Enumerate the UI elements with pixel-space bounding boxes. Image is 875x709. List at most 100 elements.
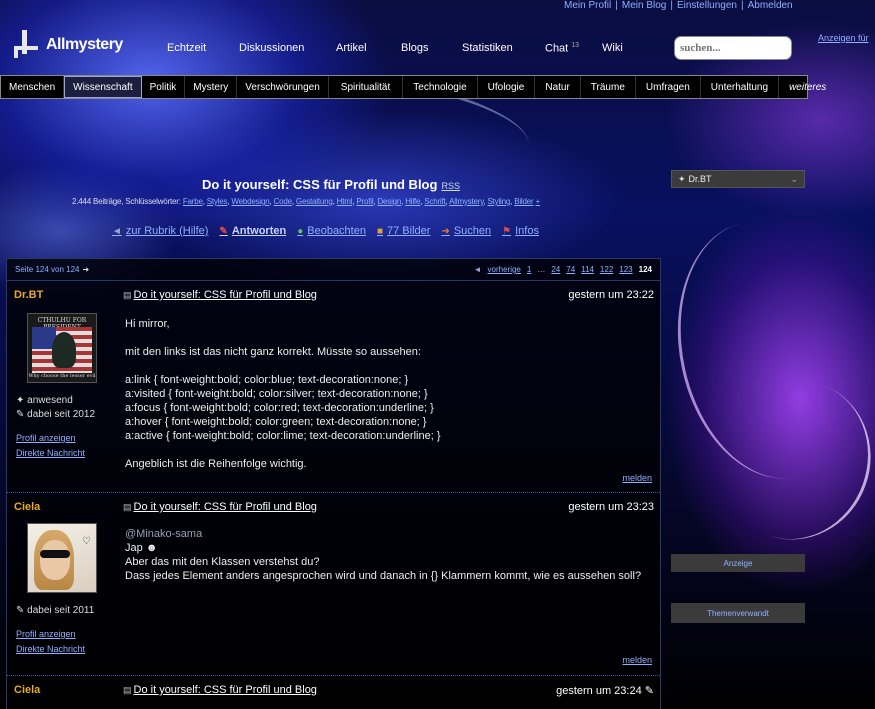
page-link[interactable]: 1 (527, 265, 531, 274)
report-link[interactable]: melden (622, 655, 652, 665)
nav-wiki[interactable]: Wiki (602, 42, 623, 54)
post: Dr.BT CTHULHU FOR PRESIDENT Why choose t… (7, 281, 660, 493)
info-link[interactable]: ⚑ Infos (502, 225, 539, 237)
keyword-link[interactable]: Design (377, 197, 401, 206)
user-dropdown[interactable]: ✦ Dr.BT ⌄ (671, 170, 805, 188)
nav-blogs[interactable]: Blogs (401, 42, 429, 54)
ad-box[interactable]: Anzeige (671, 554, 805, 572)
category-unterhaltung[interactable]: Unterhaltung (701, 76, 780, 98)
category-verschwoerungen[interactable]: Verschwörungen (237, 76, 329, 98)
page-ellipsis: … (537, 265, 546, 274)
post-title-link[interactable]: ▤ Do it yourself: CSS für Profil und Blog (123, 501, 317, 513)
post-time-wrap: gestern um 23:24 ✎ (556, 684, 654, 697)
keyword-link[interactable]: Hilfe (405, 197, 420, 206)
back-to-category-link[interactable]: ◄ zur Rubrik (Hilfe) (112, 225, 208, 237)
rss-link[interactable]: RSS (441, 181, 460, 191)
user-dropdown-name: Dr.BT (688, 174, 712, 184)
post-line-with-smiley: Jap ☻ (125, 541, 641, 555)
page-links: ◄ vorherige 1 … 24 74 114 122 123 124 (468, 265, 652, 274)
page-link[interactable]: 24 (551, 265, 560, 274)
reply-icon: ✎ (219, 225, 228, 237)
logo-text: Allmystery (46, 36, 123, 53)
page-link[interactable]: 74 (566, 265, 575, 274)
keyword-link[interactable]: Html (337, 197, 353, 206)
category-ufologie[interactable]: Ufologie (478, 76, 536, 98)
reply-link[interactable]: ✎ Antworten (219, 225, 286, 237)
keyword-link[interactable]: Bilder (514, 197, 533, 206)
my-profile-link[interactable]: Mein Profil (564, 0, 611, 11)
direct-message-link[interactable]: Direkte Nachricht (16, 448, 85, 458)
keyword-link[interactable]: Webdesign (231, 197, 269, 206)
category-natur[interactable]: Natur (535, 76, 581, 98)
nav-statistiken[interactable]: Statistiken (462, 42, 513, 54)
profile-link[interactable]: Profil anzeigen (16, 433, 76, 443)
user-status-icon: ✦ (678, 173, 686, 184)
profile-link[interactable]: Profil anzeigen (16, 629, 76, 639)
nav-chat[interactable]: Chat 13 (545, 42, 579, 55)
keyword-link[interactable]: Schrift (424, 197, 445, 206)
nav-echtzeit[interactable]: Echtzeit (167, 42, 206, 54)
post-body: Hi mirror, mit den links ist das nicht g… (125, 317, 441, 471)
search-thread-label: Suchen (453, 225, 492, 237)
more-keywords-link[interactable]: + (535, 197, 540, 206)
my-blog-link[interactable]: Mein Blog (622, 0, 666, 11)
images-link[interactable]: ■ 77 Bilder (377, 225, 430, 237)
category-technologie[interactable]: Technologie (403, 76, 478, 98)
post-author[interactable]: Ciela (14, 684, 40, 696)
post-doc-icon: ▤ (123, 290, 132, 300)
post: Ciela ♡ ✎ dabei seit 2011 Profil anzeige… (7, 493, 660, 676)
avatar[interactable]: ♡ (27, 523, 97, 593)
page-link[interactable]: 123 (619, 265, 632, 274)
keyword-link[interactable]: Code (274, 197, 293, 206)
watch-link[interactable]: ● Beobachten (297, 225, 366, 237)
post-author[interactable]: Ciela (14, 501, 40, 513)
avatar[interactable]: CTHULHU FOR PRESIDENT Why choose the les… (27, 313, 97, 383)
category-menschen[interactable]: Menschen (1, 76, 65, 98)
category-spiritualitaet[interactable]: Spiritualität (329, 76, 404, 98)
category-umfragen[interactable]: Umfragen (636, 76, 701, 98)
prev-arrow-icon[interactable]: ◄ (474, 265, 482, 274)
post-title-link[interactable]: ▤ Do it yourself: CSS für Profil und Blog (123, 684, 317, 696)
jump-icon[interactable]: ➜ (83, 265, 90, 274)
logo-icon (12, 30, 42, 60)
member-since-icon: ✎ (16, 409, 25, 420)
images-icon: ■ (376, 225, 384, 237)
post-line: Hi mirror, (125, 318, 170, 330)
keyword-link[interactable]: Styling (488, 197, 511, 206)
keyword-link[interactable]: Gestaltung (296, 197, 333, 206)
page-indicator: Seite 124 von 124 (15, 265, 80, 274)
member-since-text: dabei seit 2011 (27, 605, 95, 616)
report-link[interactable]: melden (622, 473, 652, 483)
category-weiteres[interactable]: weiteres (779, 76, 836, 98)
category-mystery[interactable]: Mystery (185, 76, 238, 98)
post-line (125, 359, 441, 373)
category-politik[interactable]: Politik (142, 76, 186, 98)
category-wissenschaft[interactable]: Wissenschaft (64, 76, 142, 98)
avatar-subcaption: Why choose the lesser evil (28, 373, 96, 379)
logout-link[interactable]: Abmelden (748, 0, 793, 11)
keyword-link[interactable]: Allmystery (449, 197, 484, 206)
post-title-link[interactable]: ▤ Do it yourself: CSS für Profil und Blog (123, 289, 317, 301)
page-link[interactable]: 122 (600, 265, 613, 274)
nav-artikel[interactable]: Artikel (336, 42, 367, 54)
category-traeume[interactable]: Träume (581, 76, 636, 98)
post-author[interactable]: Dr.BT (14, 289, 43, 301)
ads-for-link[interactable]: Anzeigen für (818, 33, 869, 43)
keyword-link[interactable]: Farbe (183, 197, 203, 206)
watch-label: Beobachten (307, 225, 366, 237)
prev-page-link[interactable]: vorherige (488, 265, 521, 274)
keyword-link[interactable]: Profil (356, 197, 373, 206)
keyword-link[interactable]: Styles (207, 197, 228, 206)
direct-message-link[interactable]: Direkte Nachricht (16, 644, 85, 654)
edit-icon[interactable]: ✎ (645, 685, 654, 697)
search-input[interactable] (674, 36, 792, 60)
site-logo[interactable]: Allmystery (12, 30, 123, 60)
page-link[interactable]: 114 (581, 265, 594, 274)
nav-diskussionen[interactable]: Diskussionen (239, 42, 304, 54)
nav-chat-label: Chat (545, 42, 569, 55)
post-mention[interactable]: @Minako-sama (125, 527, 641, 541)
settings-link[interactable]: Einstellungen (677, 0, 737, 11)
current-page: 124 (638, 265, 652, 274)
related-box[interactable]: Themenverwandt (671, 603, 805, 623)
search-thread-link[interactable]: ➜ Suchen (441, 225, 491, 237)
